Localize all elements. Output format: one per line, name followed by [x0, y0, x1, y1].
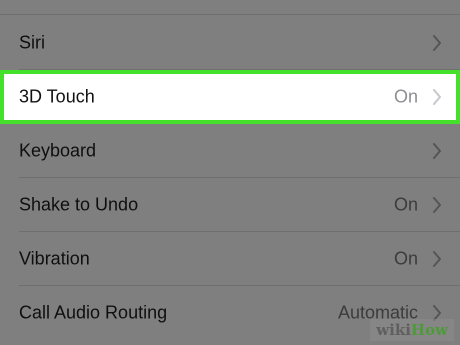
row-label: Siri: [19, 32, 45, 53]
chevron-right-icon: [433, 251, 441, 267]
watermark-text-wiki: wiki: [376, 321, 411, 339]
settings-screen: Siri 3D Touch On Keyboard Shake to Undo …: [0, 0, 460, 345]
settings-row-siri[interactable]: Siri: [0, 16, 460, 70]
chevron-right-icon: [433, 197, 441, 213]
settings-row-vibration[interactable]: Vibration On: [0, 232, 460, 286]
settings-row-keyboard[interactable]: Keyboard: [0, 124, 460, 178]
row-label: Call Audio Routing: [19, 302, 168, 323]
settings-row-3d-touch[interactable]: 3D Touch On: [0, 70, 460, 124]
chevron-right-icon: [433, 143, 441, 159]
row-label: Keyboard: [19, 140, 97, 161]
row-label: 3D Touch: [19, 86, 95, 107]
settings-row-shake-to-undo[interactable]: Shake to Undo On: [0, 178, 460, 232]
wikihow-watermark: wiki How: [370, 319, 454, 341]
chevron-right-icon: [433, 35, 441, 51]
chevron-right-icon: [433, 89, 441, 105]
row-label: Shake to Undo: [19, 194, 139, 215]
row-value: On: [393, 194, 418, 215]
row-value: On: [393, 248, 418, 269]
row-label: Vibration: [19, 248, 90, 269]
divider: [0, 14, 460, 15]
watermark-text-how: How: [410, 321, 448, 339]
row-value: On: [393, 86, 418, 107]
